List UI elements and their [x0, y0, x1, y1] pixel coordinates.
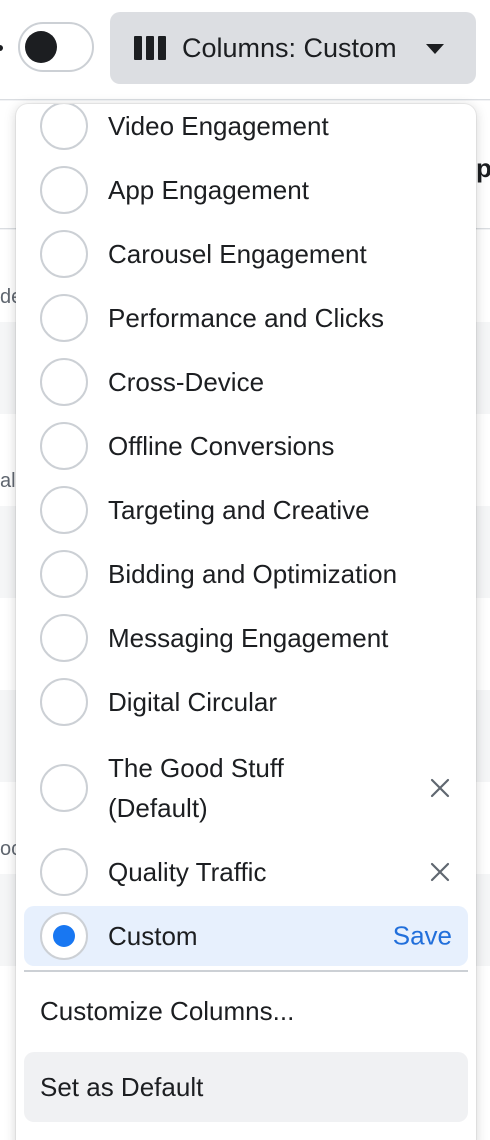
- option-label: App Engagement: [108, 175, 309, 205]
- option-app-engagement[interactable]: App Engagement: [24, 160, 468, 220]
- option-messaging-engagement[interactable]: Messaging Engagement: [24, 608, 468, 668]
- toggle-knob: [25, 31, 57, 63]
- option-label: Messaging Engagement: [108, 623, 389, 653]
- option-video-engagement[interactable]: Video Engagement: [24, 104, 468, 156]
- radio-button[interactable]: [40, 678, 88, 726]
- close-icon[interactable]: [428, 776, 452, 800]
- option-label: Digital Circular: [108, 687, 278, 717]
- page: Columns: Custom p de ali oc Video Engage…: [0, 0, 490, 1140]
- close-icon[interactable]: [428, 860, 452, 884]
- option-label: Custom: [108, 921, 198, 951]
- option-custom[interactable]: Custom Save: [24, 906, 468, 966]
- radio-button[interactable]: [40, 294, 88, 342]
- option-cross-device[interactable]: Cross-Device: [24, 352, 468, 412]
- option-quality-traffic[interactable]: Quality Traffic: [24, 842, 468, 902]
- option-label: Performance and Clicks: [108, 303, 384, 333]
- radio-button[interactable]: [40, 486, 88, 534]
- option-label: The Good Stuff (Default): [108, 748, 284, 828]
- customize-columns-item[interactable]: Customize Columns...: [24, 976, 468, 1046]
- radio-button[interactable]: [40, 230, 88, 278]
- save-link[interactable]: Save: [393, 921, 452, 952]
- column-presets-dropdown: Video Engagement App Engagement Carousel…: [16, 104, 476, 1140]
- set-as-default-item[interactable]: Set as Default: [24, 1052, 468, 1122]
- radio-button[interactable]: [40, 848, 88, 896]
- option-performance-and-clicks[interactable]: Performance and Clicks: [24, 288, 468, 348]
- columns-dropdown-button[interactable]: Columns: Custom: [110, 12, 476, 84]
- radio-button[interactable]: [40, 614, 88, 662]
- option-label: Targeting and Creative: [108, 495, 370, 525]
- option-offline-conversions[interactable]: Offline Conversions: [24, 416, 468, 476]
- option-label: Quality Traffic: [108, 857, 267, 887]
- option-label: Video Engagement: [108, 111, 329, 141]
- radio-button[interactable]: [40, 358, 88, 406]
- radio-button[interactable]: [40, 422, 88, 470]
- radio-button[interactable]: [40, 550, 88, 598]
- option-carousel-engagement[interactable]: Carousel Engagement: [24, 224, 468, 284]
- background-header-text: p: [476, 153, 490, 183]
- option-the-good-stuff[interactable]: The Good Stuff (Default): [24, 748, 468, 828]
- option-label: Bidding and Optimization: [108, 559, 398, 589]
- option-digital-circular[interactable]: Digital Circular: [24, 672, 468, 732]
- chevron-down-icon: [426, 44, 444, 54]
- option-targeting-and-creative[interactable]: Targeting and Creative: [24, 480, 468, 540]
- columns-button-label: Columns: Custom: [182, 32, 397, 63]
- top-toolbar: Columns: Custom: [0, 0, 490, 100]
- option-label: Carousel Engagement: [108, 239, 367, 269]
- radio-button[interactable]: [40, 166, 88, 214]
- option-label-line1: The Good Stuff: [108, 753, 284, 783]
- option-label-line2: (Default): [108, 793, 208, 823]
- toggle-switch[interactable]: [18, 22, 94, 72]
- menu-divider: [24, 970, 468, 972]
- option-label: Cross-Device: [108, 367, 265, 397]
- radio-button[interactable]: [40, 104, 88, 150]
- radio-button-selected[interactable]: [40, 912, 88, 960]
- columns-icon: [134, 36, 166, 60]
- truncated-control-dot: [0, 45, 3, 51]
- option-bidding-and-optimization[interactable]: Bidding and Optimization: [24, 544, 468, 604]
- radio-button[interactable]: [40, 764, 88, 812]
- option-label: Offline Conversions: [108, 431, 335, 461]
